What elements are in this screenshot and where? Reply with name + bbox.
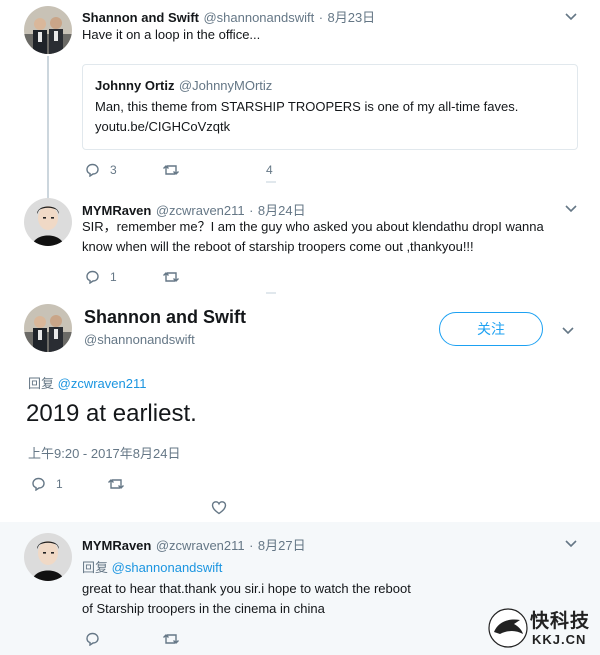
reply-button[interactable]: 3 [84, 163, 117, 177]
watermark-domain: KKJ.CN [532, 632, 587, 647]
user-name[interactable]: Shannon and Swift [82, 10, 199, 25]
tweet-date[interactable]: 8月24日 [258, 203, 306, 218]
tweet-text-line-1: SIR，remember me？I am the guy who asked y… [82, 219, 544, 234]
user-handle[interactable]: @zcwraven211 [156, 203, 245, 218]
user-handle[interactable]: @shannonandswift [203, 10, 314, 25]
reply-count: 1 [56, 477, 63, 491]
tweet-date[interactable]: 8月23日 [327, 10, 375, 25]
reply-prefix: 回复 [28, 376, 55, 391]
retweet-icon [108, 479, 124, 489]
shark-logo-icon [488, 608, 528, 648]
retweet-button[interactable] [162, 270, 180, 284]
reply-to-handle[interactable]: @zcwraven211 [58, 376, 147, 391]
reply-button[interactable] [84, 632, 100, 646]
chevron-down-icon[interactable] [564, 12, 578, 22]
dot-separator: · [318, 10, 324, 25]
reply-count: 1 [110, 270, 117, 284]
user-name[interactable]: Shannon and Swift [84, 307, 246, 328]
quoted-link[interactable]: youtu.be/CIGHCoVzqtk [95, 117, 230, 137]
thread-line [47, 56, 49, 198]
avatar[interactable] [24, 198, 72, 246]
reply-button[interactable]: 1 [84, 270, 117, 284]
avatar[interactable] [24, 304, 72, 352]
tweet-text: 2019 at earliest. [26, 400, 197, 427]
watermark-logo: 快科技 KKJ.CN [488, 606, 592, 650]
chevron-down-icon[interactable] [564, 204, 578, 214]
user-name[interactable]: MYMRaven [82, 538, 151, 553]
quoted-text: Man, this theme from STARSHIP TROOPERS i… [95, 99, 519, 114]
watermark-brand: 快科技 [530, 610, 591, 632]
like-heart-icon[interactable] [266, 292, 276, 294]
chevron-down-icon[interactable] [561, 326, 575, 336]
avatar[interactable] [24, 6, 72, 54]
heart-icon [211, 501, 227, 515]
follow-button[interactable]: 关注 [439, 312, 543, 346]
retweet-button[interactable] [162, 632, 180, 646]
retweet-icon [163, 165, 179, 175]
user-handle[interactable]: @shannonandswift [84, 332, 195, 347]
retweet-button[interactable] [162, 163, 180, 177]
like-button[interactable] [211, 500, 227, 515]
tweet-date[interactable]: 8月27日 [258, 538, 306, 553]
chevron-down-icon[interactable] [564, 539, 578, 549]
retweet-button[interactable] [107, 477, 125, 491]
avatar[interactable] [24, 533, 72, 581]
user-name[interactable]: MYMRaven [82, 203, 151, 218]
reply-prefix: 回复 [82, 560, 109, 575]
retweet-icon [163, 272, 179, 282]
tweet-timestamp[interactable]: 上午9:20 - 2017年8月24日 [28, 443, 180, 462]
like-heart-icon[interactable] [266, 181, 276, 183]
dot-separator: · [249, 203, 254, 218]
tweet-text: Have it on a loop in the office... [82, 27, 261, 42]
tweet-text-line-2: know when will the reboot of starship tr… [82, 239, 474, 254]
reply-icon [86, 270, 99, 284]
reply-icon [32, 477, 45, 491]
quoted-tweet[interactable]: Johnny Ortiz @JohnnyMOrtiz Man, this the… [82, 64, 578, 150]
tweet-text-line-2: of Starship troopers in the cinema in ch… [82, 601, 325, 616]
reply-icon [86, 163, 99, 177]
quoted-user-name: Johnny Ortiz [95, 78, 175, 93]
dot-separator: · [249, 538, 254, 553]
reply-button[interactable]: 1 [30, 477, 63, 491]
tweet-text-line-1: great to hear that.thank you sir.i hope … [82, 581, 411, 596]
retweet-icon [163, 634, 179, 644]
quoted-user-handle: @JohnnyMOrtiz [178, 78, 273, 93]
user-handle[interactable]: @zcwraven211 [156, 538, 245, 553]
reply-count: 3 [110, 163, 117, 177]
reply-to-handle[interactable]: @shannonandswift [112, 560, 223, 575]
like-count[interactable]: 4 [266, 163, 273, 177]
reply-icon [86, 632, 99, 646]
